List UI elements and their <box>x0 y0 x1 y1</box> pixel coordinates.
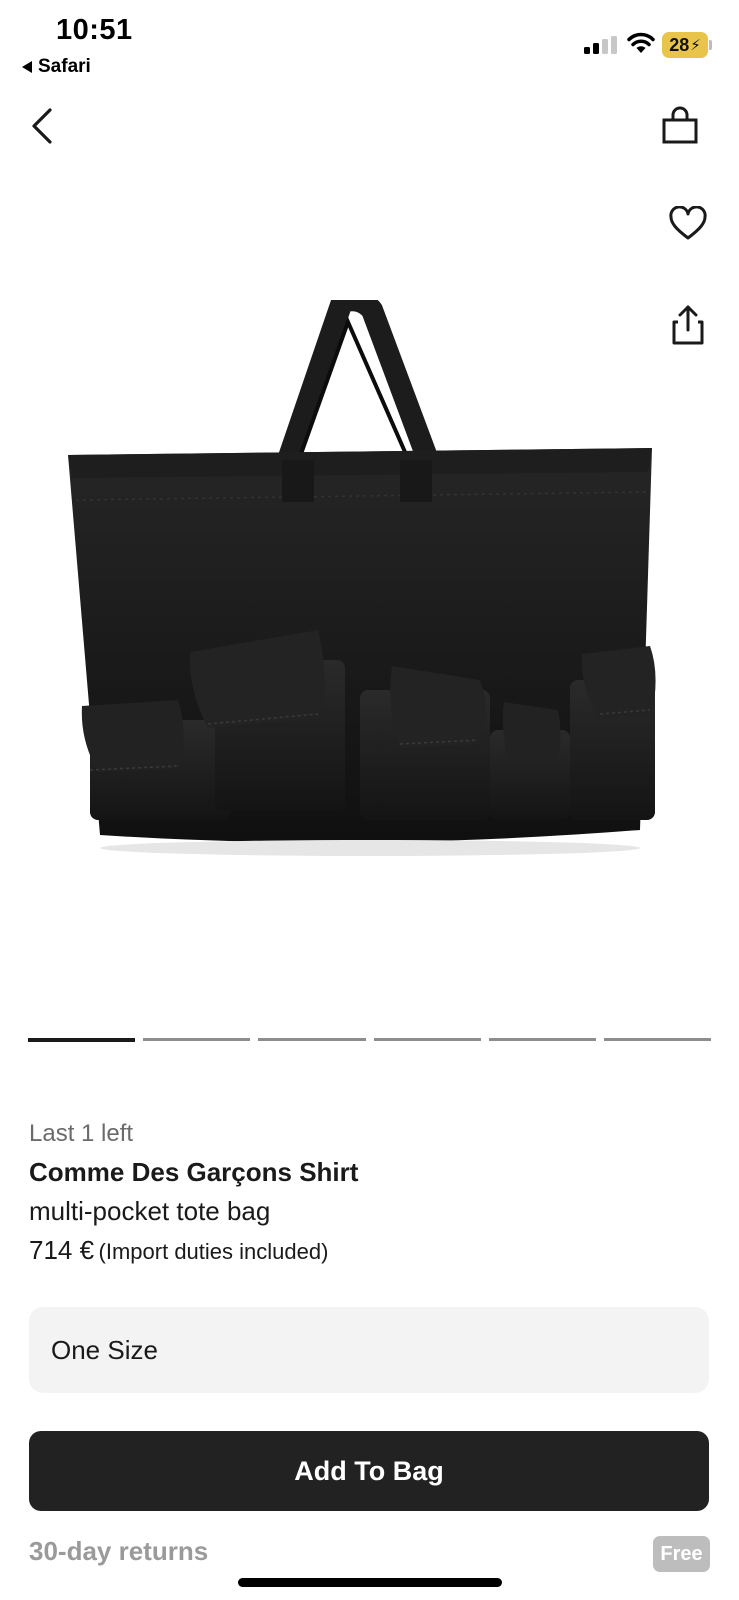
battery-nub <box>709 40 712 50</box>
carousel-segment-2[interactable] <box>143 1038 251 1041</box>
carousel-segment-5[interactable] <box>488 1038 596 1041</box>
status-time: 10:51 <box>56 14 133 46</box>
image-carousel-indicator <box>28 1038 712 1042</box>
import-duties-note: (Import duties included) <box>98 1239 329 1264</box>
home-indicator[interactable] <box>238 1578 502 1587</box>
shopping-bag-icon[interactable] <box>660 104 700 146</box>
product-image-tote-bag[interactable] <box>60 300 680 900</box>
back-triangle-icon <box>22 61 32 73</box>
product-info: Last 1 left Comme Des Garçons Shirt mult… <box>29 1118 709 1273</box>
battery-indicator: 28 ⚡ <box>662 32 708 58</box>
price: 714 € <box>29 1235 95 1265</box>
returns-policy-label[interactable]: 30-day returns <box>29 1536 208 1567</box>
price-row: 714 € (Import duties included) <box>29 1232 709 1273</box>
back-to-safari-link[interactable]: Safari <box>22 56 91 78</box>
free-returns-badge: Free <box>653 1536 710 1572</box>
carousel-segment-1[interactable] <box>28 1038 136 1042</box>
carousel-segment-6[interactable] <box>603 1038 712 1041</box>
stock-status: Last 1 left <box>29 1120 134 1147</box>
battery-level: 28 <box>669 34 690 55</box>
cellular-signal-icon <box>584 36 617 54</box>
back-app-label: Safari <box>38 56 91 77</box>
charging-bolt-icon: ⚡ <box>690 37 701 54</box>
status-bar: 10:51 Safari 28 ⚡ <box>0 0 739 84</box>
add-to-bag-button[interactable]: Add To Bag <box>29 1431 709 1511</box>
chevron-left-icon[interactable] <box>24 104 64 148</box>
heart-icon[interactable] <box>668 206 708 242</box>
brand-name[interactable]: Comme Des Garçons Shirt <box>29 1154 709 1190</box>
size-selector[interactable]: One Size <box>29 1307 709 1393</box>
carousel-segment-3[interactable] <box>258 1038 366 1041</box>
size-selected-value: One Size <box>51 1334 158 1365</box>
product-name: multi-pocket tote bag <box>29 1196 271 1226</box>
wifi-icon <box>627 32 655 53</box>
carousel-segment-4[interactable] <box>373 1038 481 1041</box>
